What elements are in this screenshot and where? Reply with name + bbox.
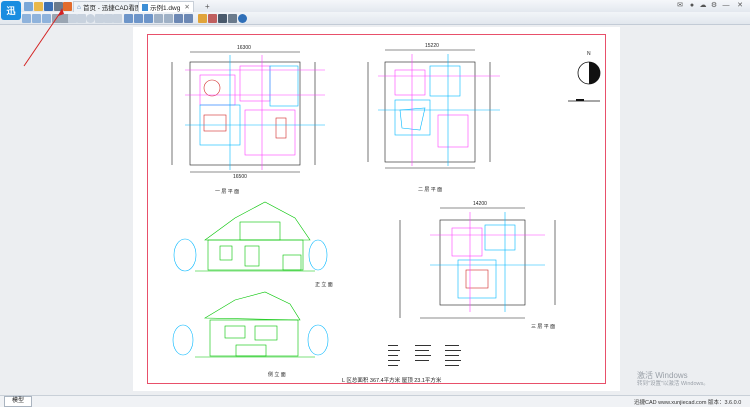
title-floor2: 二 层 平 面 — [418, 187, 443, 193]
south-elevation — [195, 201, 315, 272]
legend-table — [388, 345, 461, 366]
north-compass — [577, 61, 601, 85]
scale-bar — [568, 99, 600, 102]
dim-bottom-floor1: 16500 — [233, 174, 247, 180]
dim-top-floor2: 15220 — [425, 43, 439, 49]
cad-drawing — [23, 8, 601, 366]
footer-version: 迅捷CAD www.xunjiecad.com 版本：3.6.0.0 — [634, 400, 742, 406]
side-elevation — [195, 291, 315, 358]
annotation-arrow — [23, 8, 64, 67]
trees — [172, 238, 329, 356]
title-floor3: 三 层 平 面 — [531, 324, 556, 330]
floor1-plan — [171, 51, 325, 173]
dim-top-floor1: 16300 — [237, 45, 251, 51]
model-tab[interactable]: 模型 — [4, 396, 33, 407]
title-floor1: 一 层 平 面 — [215, 189, 240, 195]
dim-top-floor3: 14200 — [473, 201, 487, 207]
watermark-title: 激活 Windows — [637, 371, 688, 380]
title-side-elevation: 侧 立 面 — [268, 372, 286, 378]
floor2-plan — [367, 49, 500, 169]
windows-activation-watermark: 激活 Windows 转到"设置"以激活 Windows。 — [637, 371, 709, 389]
compass-north-label: N — [587, 51, 591, 57]
floor3-plan — [399, 207, 556, 319]
title-south-elevation: 正 立 面 — [315, 282, 333, 288]
area-note: L 区总面积 367.4平方米 屋顶 23.1平方米 — [342, 378, 442, 384]
watermark-subtitle: 转到"设置"以激活 Windows。 — [637, 381, 709, 387]
